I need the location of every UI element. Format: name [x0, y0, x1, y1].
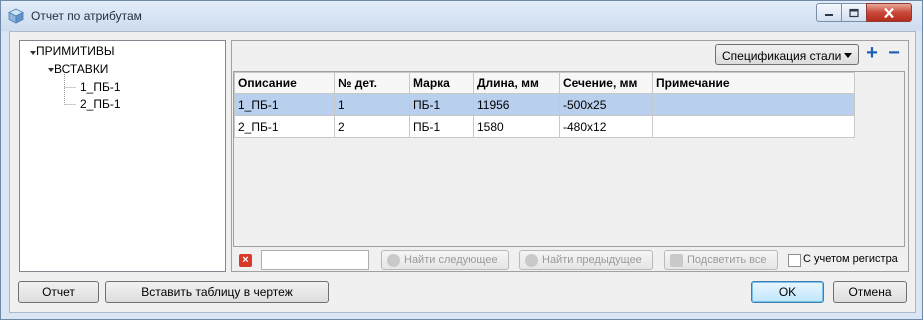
- window-title: Отчет по атрибутам: [31, 9, 142, 23]
- table-cell[interactable]: [652, 93, 855, 116]
- find-previous-label: Найти предыдущее: [542, 254, 642, 266]
- report-button[interactable]: Отчет: [18, 281, 99, 303]
- dialog-body: ПРИМИТИВЫ ВСТАВКИ 1_ПБ-1 2_ПБ-1 Специфик…: [9, 31, 916, 313]
- table-cell[interactable]: -480x12: [559, 115, 653, 138]
- maximize-button[interactable]: [841, 3, 867, 22]
- find-previous-button[interactable]: Найти предыдущее: [519, 250, 653, 270]
- table-cell[interactable]: 1_ПБ-1: [234, 93, 335, 116]
- ok-button[interactable]: OK: [751, 281, 824, 303]
- dialog-window: Отчет по атрибутам ПРИМИТИВЫ ВСТАВКИ 1_П…: [0, 0, 923, 320]
- spec-dropdown[interactable]: Спецификация стали: [715, 44, 859, 65]
- table-cell[interactable]: 11956: [473, 93, 560, 116]
- spec-dropdown-value: Спецификация стали: [722, 49, 842, 63]
- tree-leaf-1[interactable]: 1_ПБ-1: [80, 80, 121, 94]
- title-bar[interactable]: Отчет по атрибутам: [1, 1, 922, 31]
- minimize-icon: [825, 13, 833, 16]
- tree-node-inserts[interactable]: ВСТАВКИ: [54, 62, 108, 76]
- search-toolbar: × Найти следующее Найти предыдущее Подсв…: [233, 249, 903, 271]
- insert-table-button[interactable]: Вставить таблицу в чертеж: [105, 281, 329, 303]
- table-cell[interactable]: 2: [334, 115, 410, 138]
- table-cell[interactable]: 1580: [473, 115, 560, 138]
- add-spec-button[interactable]: +: [863, 43, 881, 64]
- column-header-length[interactable]: Длина, мм: [473, 72, 560, 94]
- table-cell[interactable]: 2_ПБ-1: [234, 115, 335, 138]
- app-cube-icon: [8, 8, 24, 24]
- column-header-note[interactable]: Примечание: [652, 72, 855, 94]
- table-cell[interactable]: 1: [334, 93, 410, 116]
- maximize-icon: [849, 8, 859, 17]
- close-icon: [884, 7, 894, 18]
- cancel-button[interactable]: Отмена: [833, 281, 907, 303]
- column-header-description[interactable]: Описание: [234, 72, 335, 94]
- minimize-button[interactable]: [816, 3, 842, 22]
- table-header-row: Описание № дет. Марка Длина, мм Сечение,…: [234, 72, 855, 94]
- table-cell[interactable]: ПБ-1: [409, 115, 474, 138]
- attribute-tree[interactable]: ПРИМИТИВЫ ВСТАВКИ 1_ПБ-1 2_ПБ-1: [19, 40, 226, 272]
- clear-search-icon[interactable]: ×: [239, 254, 252, 267]
- find-next-label: Найти следующее: [404, 254, 498, 266]
- match-case-label: С учетом регистра: [803, 253, 898, 265]
- match-case-checkbox[interactable]: [788, 254, 801, 267]
- column-header-part-no[interactable]: № дет.: [334, 72, 410, 94]
- tree-connector-lines: [64, 74, 76, 105]
- arrow-up-circle-icon: [525, 254, 538, 267]
- report-pane: Спецификация стали + − Описание № дет. М…: [231, 40, 909, 272]
- column-header-mark[interactable]: Марка: [409, 72, 474, 94]
- table-row[interactable]: 2_ПБ-1 2 ПБ-1 1580 -480x12: [234, 115, 855, 138]
- arrow-down-circle-icon: [387, 254, 400, 267]
- table-cell[interactable]: [652, 115, 855, 138]
- tree-leaf-2[interactable]: 2_ПБ-1: [80, 97, 121, 111]
- table-cell[interactable]: -500x25: [559, 93, 653, 116]
- table-row[interactable]: 1_ПБ-1 1 ПБ-1 11956 -500x25: [234, 93, 855, 116]
- tree-node-primitives[interactable]: ПРИМИТИВЫ: [36, 44, 114, 58]
- highlight-all-label: Подсветить все: [687, 254, 767, 266]
- search-input[interactable]: [261, 250, 369, 270]
- report-table: Описание № дет. Марка Длина, мм Сечение,…: [234, 72, 855, 138]
- close-button[interactable]: [866, 3, 912, 22]
- find-next-button[interactable]: Найти следующее: [381, 250, 509, 270]
- highlight-icon: [670, 254, 683, 267]
- data-grid[interactable]: Описание № дет. Марка Длина, мм Сечение,…: [233, 71, 905, 247]
- remove-spec-button[interactable]: −: [885, 43, 903, 64]
- column-header-section[interactable]: Сечение, мм: [559, 72, 653, 94]
- table-cell[interactable]: ПБ-1: [409, 93, 474, 116]
- highlight-all-button[interactable]: Подсветить все: [664, 250, 778, 270]
- chevron-down-icon: [844, 53, 852, 58]
